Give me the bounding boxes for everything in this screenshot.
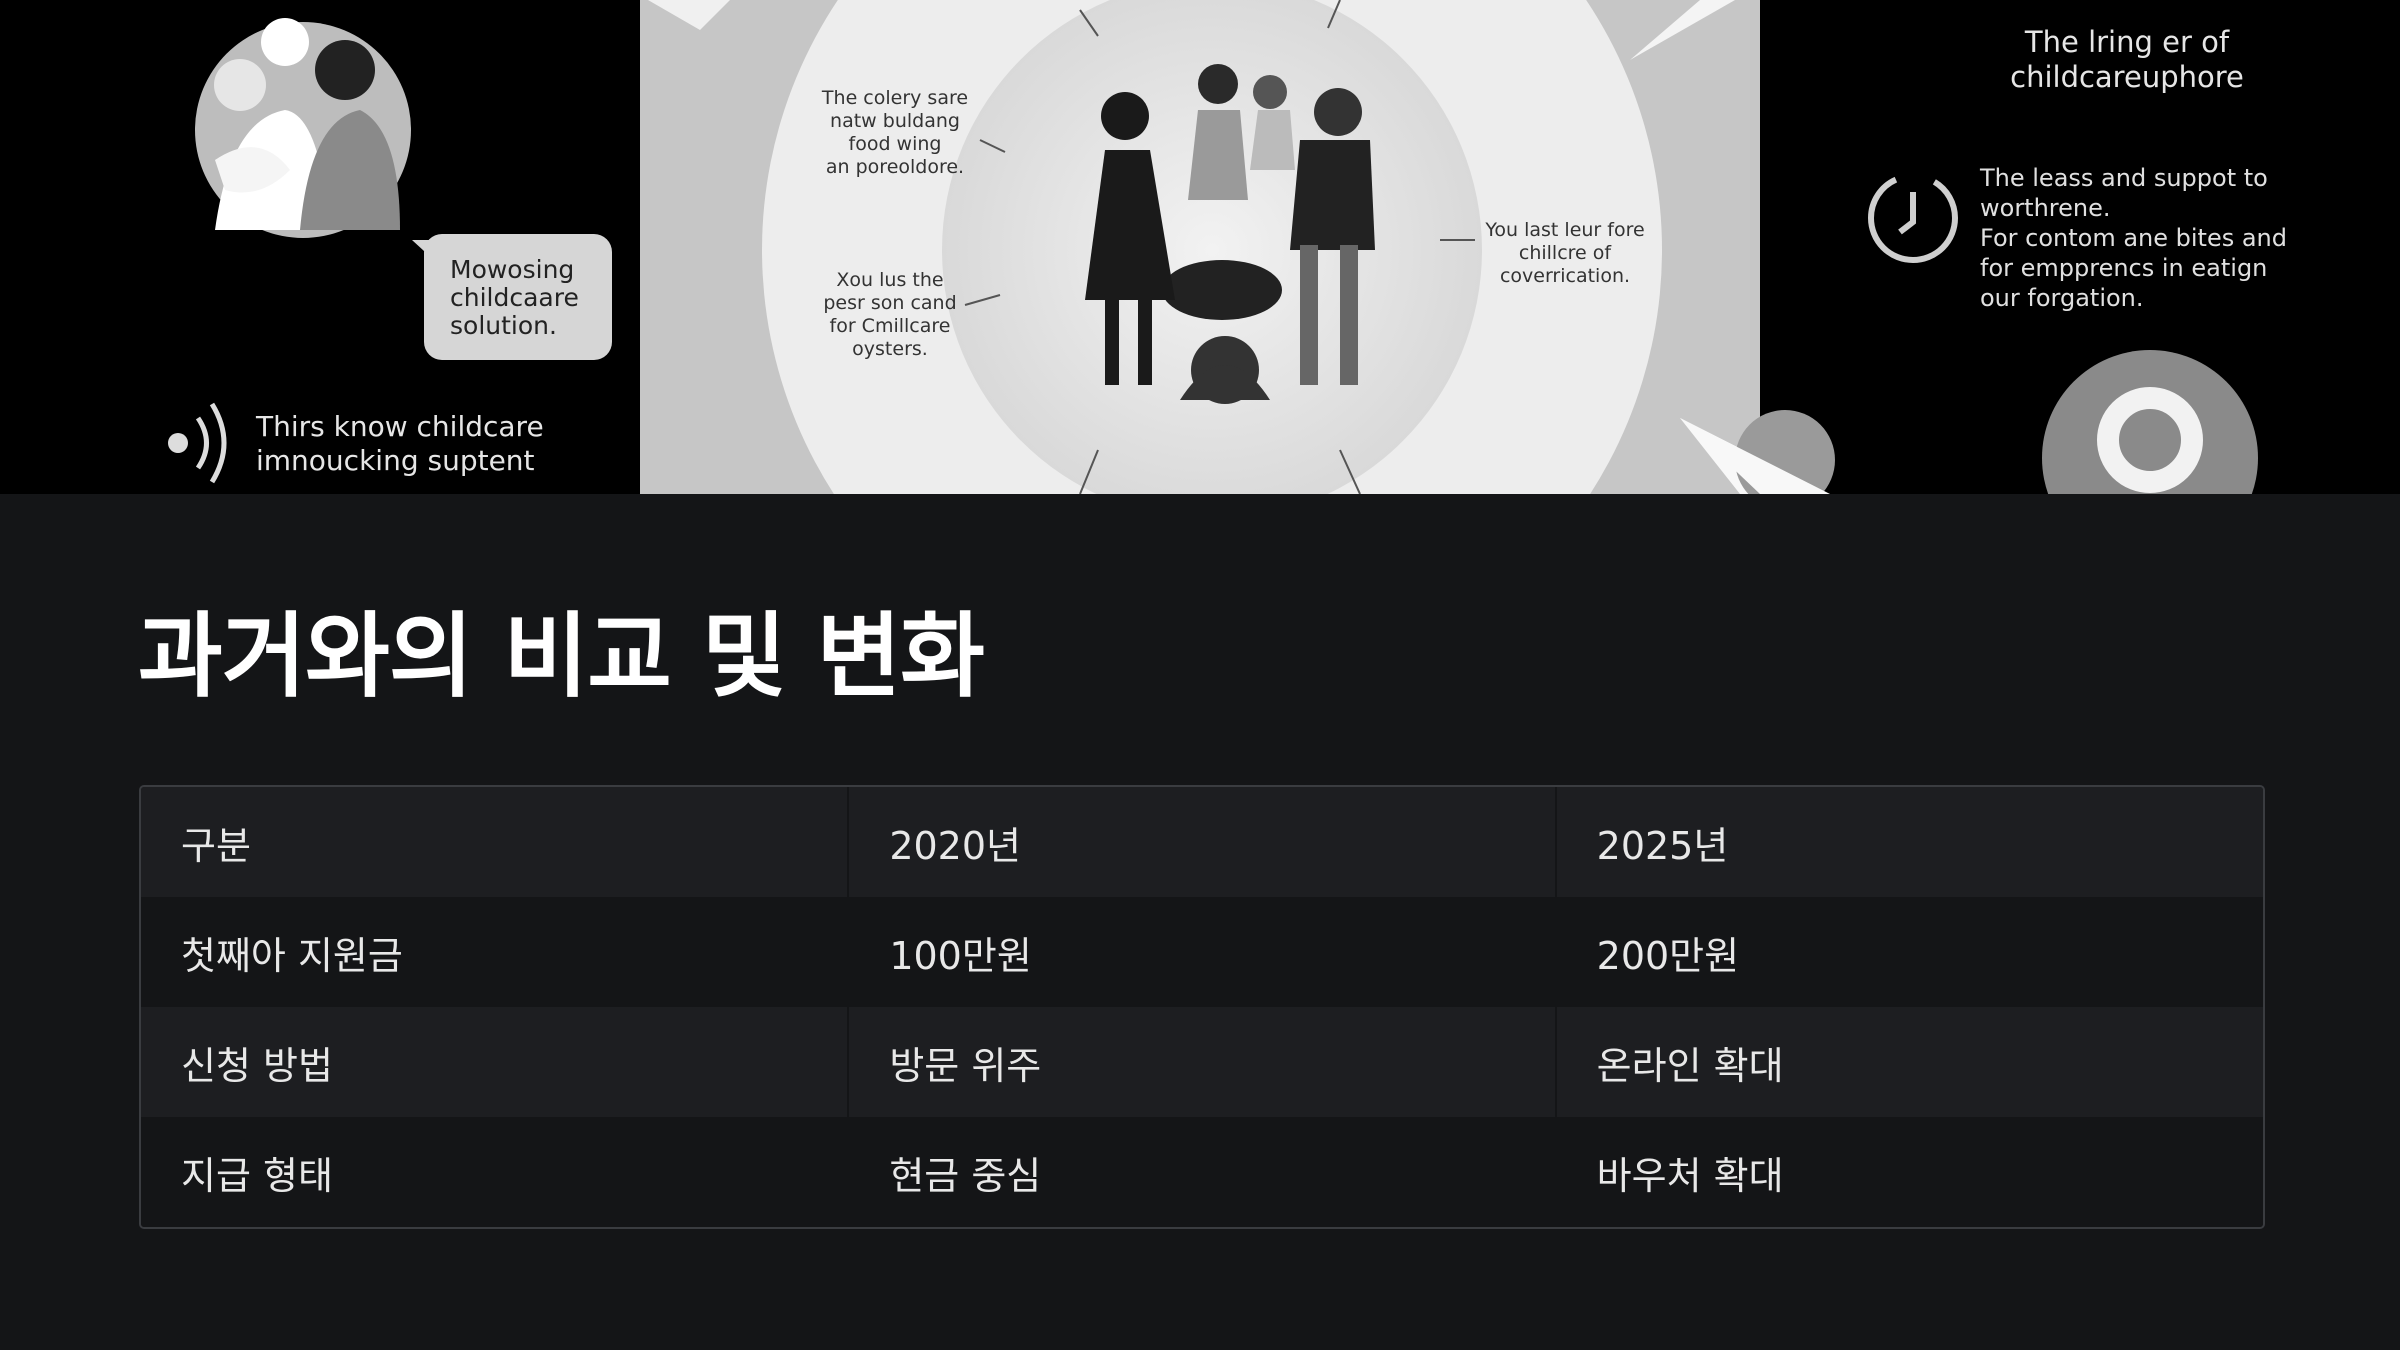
svg-text:natw buldang: natw buldang <box>830 110 960 132</box>
infographic-svg: Mowosing childcaare solution. Thirs know… <box>0 0 2400 494</box>
svg-text:for empprencs in eatign: for empprencs in eatign <box>1980 254 2267 282</box>
svg-text:oysters.: oysters. <box>852 338 928 360</box>
comparison-table: 구분 2020년 2025년 첫째아 지원금 100만원 200만원 신청 방법… <box>139 785 2265 1229</box>
speech-bubble: Mowosing childcaare solution. <box>412 234 612 360</box>
svg-text:Xou lus the: Xou lus the <box>836 269 943 291</box>
svg-text:our forgation.: our forgation. <box>1980 284 2144 312</box>
svg-text:You last leur fore: You last leur fore <box>1484 219 1644 241</box>
table-header-row: 구분 2020년 2025년 <box>141 787 2263 897</box>
table-row: 신청 방법 방문 위주 온라인 확대 <box>141 1007 2263 1117</box>
table-cell: 온라인 확대 <box>1554 1007 2263 1117</box>
svg-text:The leass and suppot to: The leass and suppot to <box>1979 164 2268 192</box>
right-title-line-2: childcareuphore <box>2010 60 2244 94</box>
svg-text:an poreoldore.: an poreoldore. <box>826 156 964 178</box>
bubble-line-3: solution. <box>450 311 557 340</box>
table-cell: 지급 형태 <box>141 1117 849 1227</box>
svg-text:food wing: food wing <box>849 133 942 155</box>
table-header-cell: 2020년 <box>847 787 1556 897</box>
table-header-cell: 2025년 <box>1554 787 2263 897</box>
table-cell: 방문 위주 <box>847 1007 1556 1117</box>
page: Mowosing childcaare solution. Thirs know… <box>0 0 2400 1350</box>
bubble-line-2: childcaare <box>450 283 579 312</box>
table-cell: 바우처 확대 <box>1554 1117 2263 1227</box>
right-title-line-1: The lring er of <box>2024 25 2230 59</box>
svg-text:For contom ane bites and: For contom ane bites and <box>1980 224 2287 252</box>
svg-text:coverrication.: coverrication. <box>1500 265 1630 287</box>
svg-text:pesr son cand: pesr son cand <box>823 292 956 314</box>
table-cell: 200만원 <box>1554 897 2263 1007</box>
svg-text:The colery sare: The colery sare <box>821 87 968 109</box>
svg-text:chillcre of: chillcre of <box>1519 242 1613 264</box>
table-row: 지급 형태 현금 중심 바우처 확대 <box>141 1117 2263 1227</box>
bubble-line-1: Mowosing <box>450 255 574 284</box>
hero-infographic-image: Mowosing childcaare solution. Thirs know… <box>0 0 2400 494</box>
left-caption-line-2: imnoucking suptent <box>256 444 535 477</box>
table-cell: 100만원 <box>847 897 1556 1007</box>
table-header-cell: 구분 <box>141 787 849 897</box>
table-row: 첫째아 지원금 100만원 200만원 <box>141 897 2263 1007</box>
left-caption-line-1: Thirs know childcare <box>255 410 544 443</box>
svg-text:for Cmillcare: for Cmillcare <box>830 315 951 337</box>
table-cell: 현금 중심 <box>847 1117 1556 1227</box>
table-cell: 신청 방법 <box>141 1007 849 1117</box>
svg-text:worthrene.: worthrene. <box>1980 194 2111 222</box>
section-title: 과거와의 비교 및 변화 <box>138 603 985 710</box>
table-cell: 첫째아 지원금 <box>141 897 849 1007</box>
